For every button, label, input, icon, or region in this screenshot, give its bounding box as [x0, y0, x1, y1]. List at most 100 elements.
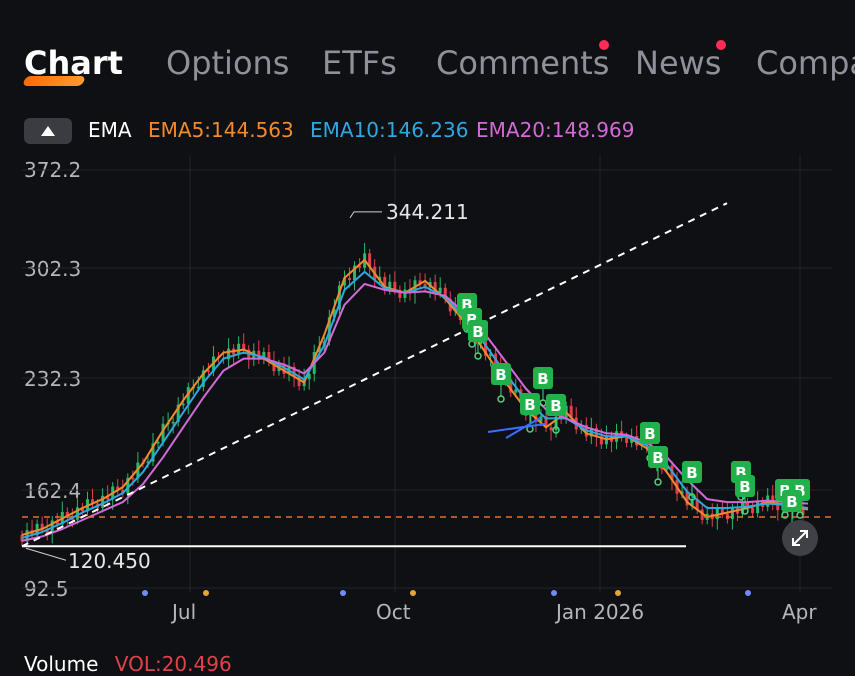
candle-body: [86, 499, 89, 512]
candle-body: [554, 416, 558, 431]
buy-marker-label: B: [537, 370, 548, 388]
candle-body: [388, 281, 392, 291]
candle-body: [80, 507, 84, 512]
buy-marker-dot: [526, 425, 534, 433]
candle-body: [423, 283, 427, 288]
candle-body: [458, 307, 462, 321]
trendline: [21, 202, 728, 548]
buy-marker-dot: [654, 478, 662, 486]
candle-body: [620, 431, 624, 438]
candle-body: [307, 373, 311, 380]
buy-marker: [782, 490, 802, 512]
x-axis-label: Oct: [376, 600, 411, 624]
indicator-name[interactable]: EMA: [88, 118, 132, 142]
ema-line-ema20: [21, 282, 809, 542]
candle-body: [196, 386, 200, 389]
buy-marker-dot: [781, 511, 789, 519]
candle-body: [766, 495, 770, 507]
candle-body: [116, 486, 120, 491]
candle-body: [786, 501, 790, 509]
buy-marker: [648, 446, 668, 468]
ema5-value: EMA5:144.563: [148, 118, 294, 142]
candle-body: [771, 495, 775, 503]
candle-body: [569, 405, 573, 418]
candle-body: [610, 436, 613, 442]
y-axis-label: 92.5: [24, 577, 69, 601]
candle-body: [70, 515, 74, 520]
high-price-label: 344.211: [386, 200, 469, 224]
candle-body: [358, 265, 362, 268]
tab-etfs[interactable]: ETFs: [322, 44, 397, 82]
ema10-value: EMA10:146.236: [310, 118, 469, 142]
tab-news[interactable]: News: [635, 44, 721, 82]
event-dot: [615, 590, 621, 596]
candle-body: [373, 266, 377, 280]
buy-marker: [520, 393, 540, 415]
candle-body: [796, 499, 800, 508]
candle-body: [418, 280, 422, 284]
buy-marker: [682, 461, 702, 483]
candle-body: [136, 462, 140, 479]
candle-body: [504, 379, 508, 382]
x-axis-label: Jul: [172, 600, 197, 624]
expand-chart-button[interactable]: [782, 520, 818, 556]
candle-body: [675, 479, 679, 494]
ema-lines: [21, 259, 809, 542]
low-leader-line: [25, 547, 67, 561]
candle-body: [206, 370, 210, 372]
x-axis-label: Jan 2026: [556, 600, 645, 624]
candle-body: [408, 289, 412, 294]
buy-marker-label: B: [739, 478, 750, 496]
candle-body: [277, 364, 281, 372]
candle-body: [700, 509, 704, 520]
candlesticks: [20, 242, 805, 547]
collapse-indicator-button[interactable]: [24, 118, 72, 144]
candle-body: [468, 316, 472, 331]
buy-marker: [468, 320, 488, 342]
event-dot: [203, 590, 209, 596]
buy-marker-label: B: [466, 311, 477, 329]
candle-body: [121, 490, 125, 494]
candle-body: [564, 405, 568, 420]
candle-body: [781, 501, 785, 511]
candle-body: [171, 421, 175, 424]
candle-body: [519, 389, 523, 403]
tab-bar: Chart Options ETFs Comments News Compa: [0, 0, 855, 110]
tab-comments[interactable]: Comments: [436, 44, 609, 82]
tab-options[interactable]: Options: [166, 44, 289, 82]
buy-marker-dot: [497, 395, 505, 403]
candle-body: [292, 366, 296, 377]
buy-marker: [462, 308, 482, 330]
candle-body: [433, 282, 437, 294]
candle-body: [348, 277, 351, 280]
candle-body: [166, 422, 170, 425]
candle-body: [801, 507, 805, 515]
buy-marker-dot: [552, 426, 560, 434]
candle-body: [191, 386, 195, 389]
candle-body: [514, 389, 518, 393]
caret-up-icon: [41, 126, 55, 136]
expand-icon: [792, 530, 808, 546]
candle-body: [50, 520, 54, 533]
candle-body: [599, 436, 603, 445]
tab-company[interactable]: Compa: [756, 44, 855, 82]
candle-body: [368, 253, 372, 267]
candle-body: [297, 376, 301, 387]
candle-body: [453, 307, 457, 312]
candle-body: [55, 520, 59, 525]
candle-body: [106, 495, 110, 500]
candle-body: [665, 465, 669, 470]
candle-body: [217, 356, 220, 359]
candle-body: [20, 534, 24, 542]
candle-body: [589, 428, 593, 437]
candle-body: [448, 298, 452, 312]
comments-notification-dot: [599, 40, 609, 50]
candle-body: [443, 287, 447, 299]
candle-body: [463, 316, 467, 321]
volume-title: Volume: [24, 652, 99, 676]
candle-body: [645, 438, 649, 449]
candle-body: [45, 528, 49, 533]
candle-body: [509, 379, 513, 393]
buy-marker-label: B: [495, 366, 506, 384]
candle-body: [242, 343, 246, 350]
